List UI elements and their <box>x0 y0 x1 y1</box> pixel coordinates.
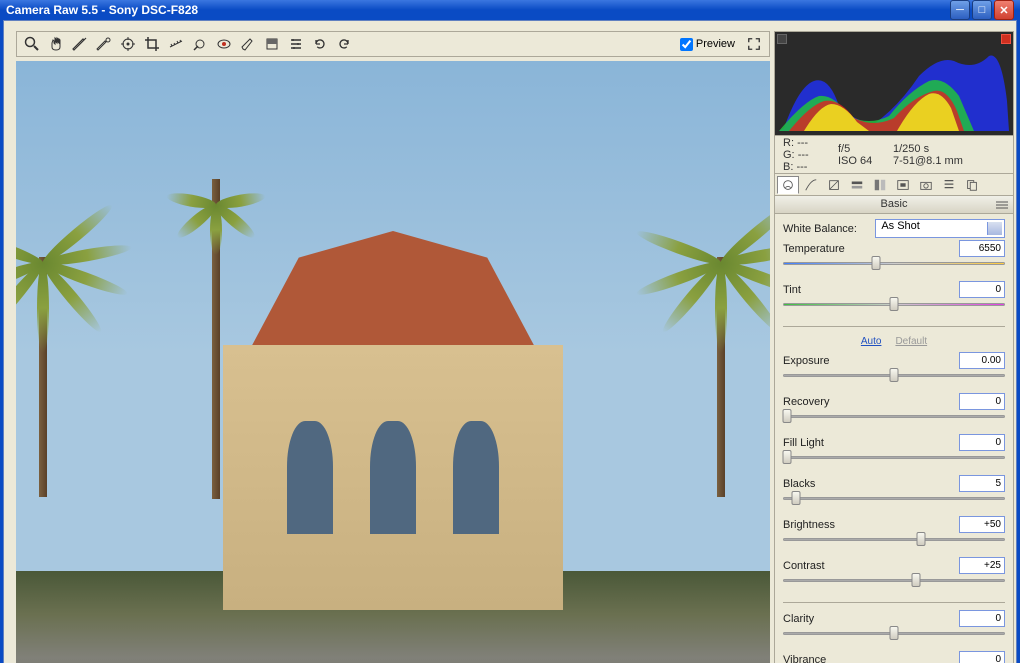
tab-presets[interactable] <box>938 176 960 194</box>
temperature-input[interactable] <box>959 240 1005 257</box>
zoom-tool-icon[interactable] <box>21 33 43 55</box>
toolbar: Preview <box>16 31 770 57</box>
blacks-input[interactable] <box>959 475 1005 492</box>
highlight-clip-icon[interactable] <box>1001 34 1011 44</box>
spot-removal-icon[interactable] <box>189 33 211 55</box>
preview-label: Preview <box>696 38 735 50</box>
aperture: f/5 <box>838 143 893 155</box>
minimize-button[interactable]: ─ <box>950 0 970 20</box>
target-adjust-icon[interactable] <box>117 33 139 55</box>
lens: 7-51@8.1 mm <box>893 155 963 167</box>
panel-menu-icon[interactable] <box>995 199 1009 209</box>
rotate-cw-icon[interactable] <box>333 33 355 55</box>
tab-split[interactable] <box>869 176 891 194</box>
close-button[interactable]: ✕ <box>994 0 1014 20</box>
tint-input[interactable] <box>959 281 1005 298</box>
client-area: Preview <box>3 20 1017 663</box>
panel-title: Basic <box>774 196 1014 214</box>
tab-detail[interactable] <box>823 176 845 194</box>
preview-checkbox[interactable] <box>680 38 693 51</box>
wb-select[interactable]: As Shot <box>875 219 1005 238</box>
window-title: Camera Raw 5.5 - Sony DSC-F828 <box>6 3 198 17</box>
clarity-input[interactable] <box>959 610 1005 627</box>
shutter: 1/250 s <box>893 143 963 155</box>
rotate-ccw-icon[interactable] <box>309 33 331 55</box>
tab-hsl[interactable] <box>846 176 868 194</box>
temperature-slider[interactable] <box>783 260 1005 266</box>
contrast-slider[interactable] <box>783 577 1005 583</box>
vibrance-input[interactable] <box>959 651 1005 663</box>
recovery-slider[interactable] <box>783 413 1005 419</box>
tab-lens[interactable] <box>892 176 914 194</box>
recovery-input[interactable] <box>959 393 1005 410</box>
tab-snapshots[interactable] <box>961 176 983 194</box>
shadow-clip-icon[interactable] <box>777 34 787 44</box>
default-link[interactable]: Default <box>895 336 927 347</box>
crop-tool-icon[interactable] <box>141 33 163 55</box>
exposure-slider[interactable] <box>783 372 1005 378</box>
hand-tool-icon[interactable] <box>45 33 67 55</box>
exposure-input[interactable] <box>959 352 1005 369</box>
iso: ISO 64 <box>838 155 893 167</box>
histogram[interactable] <box>774 31 1014 136</box>
straighten-tool-icon[interactable] <box>165 33 187 55</box>
panel-tabs <box>774 174 1014 196</box>
brightness-slider[interactable] <box>783 536 1005 542</box>
tab-basic[interactable] <box>777 176 799 194</box>
tab-camera[interactable] <box>915 176 937 194</box>
prefs-icon[interactable] <box>285 33 307 55</box>
image-preview[interactable] <box>16 61 770 663</box>
wb-label: White Balance: <box>783 223 871 235</box>
auto-link[interactable]: Auto <box>861 336 882 347</box>
exif-info: R: --- G: --- B: --- f/5 ISO 64 1/250 s … <box>774 136 1014 174</box>
adjustment-brush-icon[interactable] <box>237 33 259 55</box>
brightness-input[interactable] <box>959 516 1005 533</box>
basic-panel: White Balance: As Shot Temperature Tint … <box>774 214 1014 663</box>
clarity-slider[interactable] <box>783 630 1005 636</box>
tab-curve[interactable] <box>800 176 822 194</box>
contrast-input[interactable] <box>959 557 1005 574</box>
graduated-filter-icon[interactable] <box>261 33 283 55</box>
left-pane: Preview <box>16 31 770 663</box>
right-pane: R: --- G: --- B: --- f/5 ISO 64 1/250 s … <box>774 31 1014 663</box>
maximize-button[interactable]: □ <box>972 0 992 20</box>
titlebar[interactable]: Camera Raw 5.5 - Sony DSC-F828 ─ □ ✕ <box>0 0 1020 20</box>
filllight-input[interactable] <box>959 434 1005 451</box>
color-sampler-icon[interactable] <box>93 33 115 55</box>
window: Camera Raw 5.5 - Sony DSC-F828 ─ □ ✕ <box>0 0 1020 663</box>
blacks-slider[interactable] <box>783 495 1005 501</box>
redeye-tool-icon[interactable] <box>213 33 235 55</box>
filllight-slider[interactable] <box>783 454 1005 460</box>
fullscreen-icon[interactable] <box>743 33 765 55</box>
tint-slider[interactable] <box>783 301 1005 307</box>
wb-tool-icon[interactable] <box>69 33 91 55</box>
